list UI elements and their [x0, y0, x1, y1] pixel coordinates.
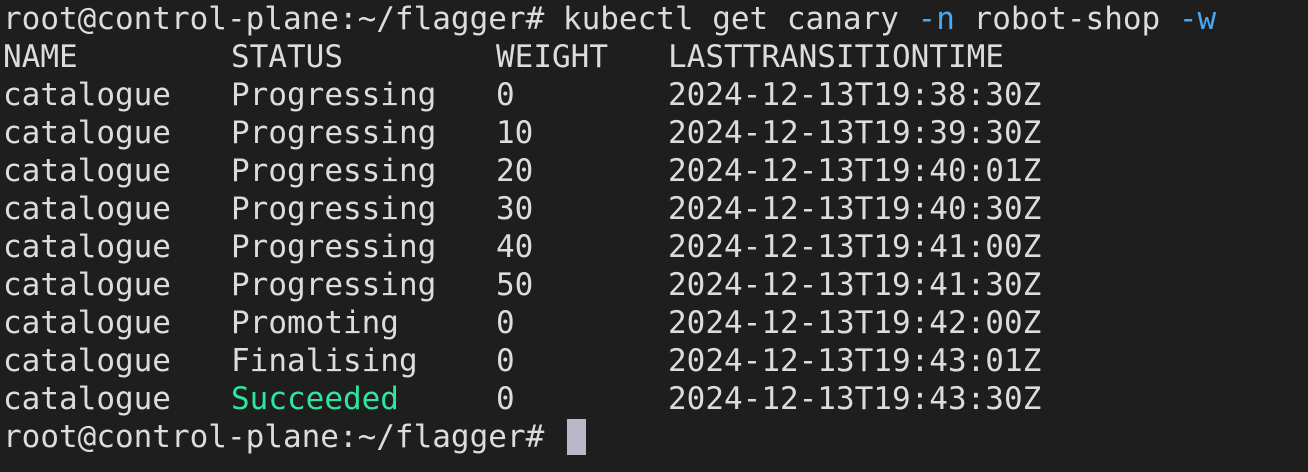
- table-row: catalogue Progressing 50 2024-12-13T19:41:3…: [3, 266, 1308, 304]
- row-weight: 20: [496, 153, 534, 189]
- row-status: Promoting: [231, 305, 399, 341]
- row-status: Progressing: [231, 77, 437, 113]
- table-row: catalogue Progressing 20 2024-12-13T19:40:0…: [3, 152, 1308, 190]
- row-name: catalogue: [3, 267, 171, 303]
- row-status: Succeeded: [231, 381, 399, 417]
- row-weight: 0: [496, 77, 515, 113]
- row-name: catalogue: [3, 343, 171, 379]
- row-weight: 0: [496, 381, 515, 417]
- row-name: catalogue: [3, 381, 171, 417]
- table-row: catalogue Succeeded 0 2024-12-13T19:43:30Z: [3, 380, 1308, 418]
- row-name: catalogue: [3, 305, 171, 341]
- table-rows: catalogue Progressing 0 2024-12-13T19:38:30…: [3, 76, 1308, 418]
- header-weight: WEIGHT: [496, 39, 608, 75]
- row-name: catalogue: [3, 77, 171, 113]
- table-row: catalogue Finalising 0 2024-12-13T19:43:01Z: [3, 342, 1308, 380]
- row-weight: 30: [496, 191, 534, 227]
- row-name: catalogue: [3, 191, 171, 227]
- row-weight: 0: [496, 343, 515, 379]
- row-time: 2024-12-13T19:42:00Z: [668, 305, 1042, 341]
- table-row: catalogue Promoting 0 2024-12-13T19:42:00Z: [3, 304, 1308, 342]
- row-name: catalogue: [3, 229, 171, 265]
- row-time: 2024-12-13T19:40:01Z: [668, 153, 1042, 189]
- table-row: catalogue Progressing 40 2024-12-13T19:41:0…: [3, 228, 1308, 266]
- command-line: root@control-plane:~/flagger# kubectl ge…: [3, 0, 1308, 38]
- row-name: catalogue: [3, 153, 171, 189]
- prompt: root@control-plane:~/flagger#: [3, 1, 545, 37]
- row-status: Progressing: [231, 229, 437, 265]
- text-cursor: [566, 418, 586, 455]
- watch-flag: -w: [1178, 1, 1217, 37]
- row-time: 2024-12-13T19:41:30Z: [668, 267, 1042, 303]
- final-prompt-line[interactable]: root@control-plane:~/flagger#: [3, 418, 1308, 456]
- row-status: Progressing: [231, 153, 437, 189]
- row-weight: 50: [496, 267, 534, 303]
- header-time: LASTTRANSITIONTIME: [668, 39, 1004, 75]
- row-weight: 40: [496, 229, 534, 265]
- table-row: catalogue Progressing 30 2024-12-13T19:40:3…: [3, 190, 1308, 228]
- row-status: Finalising: [231, 343, 418, 379]
- row-weight: 0: [496, 305, 515, 341]
- final-prompt: root@control-plane:~/flagger#: [3, 419, 545, 455]
- table-header: NAME STATUS WEIGHT LASTTRANSITIONTIME: [3, 38, 1308, 76]
- row-status: Progressing: [231, 115, 437, 151]
- terminal-window[interactable]: root@control-plane:~/flagger# kubectl ge…: [0, 0, 1308, 472]
- header-name: NAME: [3, 39, 78, 75]
- row-time: 2024-12-13T19:40:30Z: [668, 191, 1042, 227]
- row-time: 2024-12-13T19:38:30Z: [668, 77, 1042, 113]
- row-status: Progressing: [231, 191, 437, 227]
- table-row: catalogue Progressing 0 2024-12-13T19:38:30…: [3, 76, 1308, 114]
- row-weight: 10: [496, 115, 534, 151]
- row-time: 2024-12-13T19:43:01Z: [668, 343, 1042, 379]
- row-time: 2024-12-13T19:41:00Z: [668, 229, 1042, 265]
- header-status: STATUS: [231, 39, 343, 75]
- command-text: kubectl get canary: [562, 1, 899, 37]
- table-row: catalogue Progressing 10 2024-12-13T19:39:3…: [3, 114, 1308, 152]
- namespace-flag: -n: [917, 1, 955, 37]
- row-status: Progressing: [231, 267, 437, 303]
- row-name: catalogue: [3, 115, 171, 151]
- row-time: 2024-12-13T19:39:30Z: [668, 115, 1042, 151]
- namespace-value: robot-shop: [973, 1, 1161, 37]
- row-time: 2024-12-13T19:43:30Z: [668, 381, 1042, 417]
